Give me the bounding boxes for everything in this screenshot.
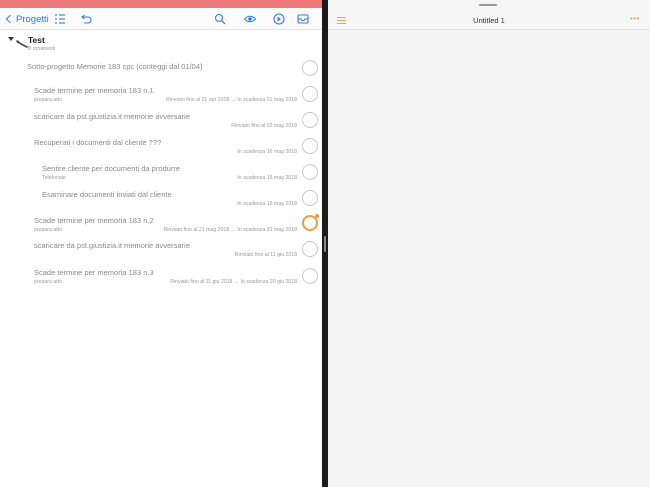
right-pane: Untitled 1 •••	[328, 0, 650, 487]
project-title[interactable]: Test	[28, 35, 45, 45]
list-view-icon[interactable]	[54, 13, 66, 25]
status-circle[interactable]	[302, 86, 318, 102]
task-note: prepara atto	[34, 227, 62, 233]
project-remaining-count: 8 rimanenti	[28, 46, 56, 52]
more-options-button[interactable]: •••	[630, 14, 640, 23]
task-title: Sotto-progetto Memorie 183 cpc (conteggi…	[27, 62, 203, 71]
chevron-left-icon	[5, 14, 15, 24]
status-circle[interactable]	[302, 190, 318, 206]
task-note: prepara atto	[34, 97, 62, 103]
left-pane: Progetti Test 8 rimanenti Sotto-progetto…	[0, 0, 322, 487]
document-header: Untitled 1 •••	[328, 0, 650, 30]
task-dates: In scadenza 16 mag 2018	[237, 175, 297, 181]
inbox-icon[interactable]	[297, 13, 309, 25]
task-title: scaricare da pst.giustizia.it memorie av…	[34, 112, 190, 121]
back-button[interactable]: Progetti	[5, 13, 49, 25]
split-handle[interactable]	[324, 236, 326, 252]
status-circle[interactable]	[302, 241, 318, 257]
project-icon	[16, 35, 28, 48]
undo-icon[interactable]	[80, 13, 92, 25]
task-dates: Rinviato fino al 11 giu 2018 → In scaden…	[170, 279, 297, 285]
task-dates: Rinviato fino al 21 mag 2018 → In scaden…	[163, 227, 297, 233]
back-label: Progetti	[16, 13, 49, 25]
task-title: Scade termine per memoria 183 n.3	[34, 268, 154, 277]
flagged-status-circle[interactable]	[302, 214, 319, 231]
task-title: Scade termine per memoria 183 n.2	[34, 216, 154, 225]
view-eye-icon[interactable]	[244, 13, 256, 25]
status-circle[interactable]	[302, 268, 318, 284]
task-title: Scade termine per memoria 183 n.1	[34, 86, 154, 95]
task-dates: Rinviato fino al 21 apr 2018 → In scaden…	[166, 97, 297, 103]
toolbar: Progetti	[0, 8, 322, 30]
task-dates: In scadenza 16 mag 2018	[237, 201, 297, 207]
disclosure-triangle-icon[interactable]	[8, 37, 14, 41]
status-circle[interactable]	[302, 60, 318, 76]
document-title: Untitled 1	[473, 16, 505, 25]
task-title: Recuperati i documenti dal cliente ???	[34, 138, 162, 147]
task-note: prepara atto	[34, 279, 62, 285]
grab-handle[interactable]	[479, 4, 497, 6]
task-title: Sentire cliente per documenti da produrr…	[42, 164, 180, 173]
search-icon[interactable]	[214, 13, 226, 25]
status-circle[interactable]	[302, 138, 318, 154]
task-dates: In scadenza 16 mag 2018	[237, 149, 297, 155]
task-title: Esaminare documenti inviati dal cliente	[42, 190, 172, 199]
focus-icon[interactable]	[273, 13, 285, 25]
status-circle[interactable]	[302, 112, 318, 128]
task-dates: Rinviato fino al 02 mag 2018	[231, 123, 297, 129]
status-bar	[0, 0, 322, 8]
status-circle[interactable]	[302, 164, 318, 180]
task-note: Telefonate	[42, 175, 66, 181]
task-title: scaricare da pst.giustizia.it memorie av…	[34, 241, 190, 250]
task-dates: Rinviato fino al 11 giu 2018	[234, 252, 297, 258]
